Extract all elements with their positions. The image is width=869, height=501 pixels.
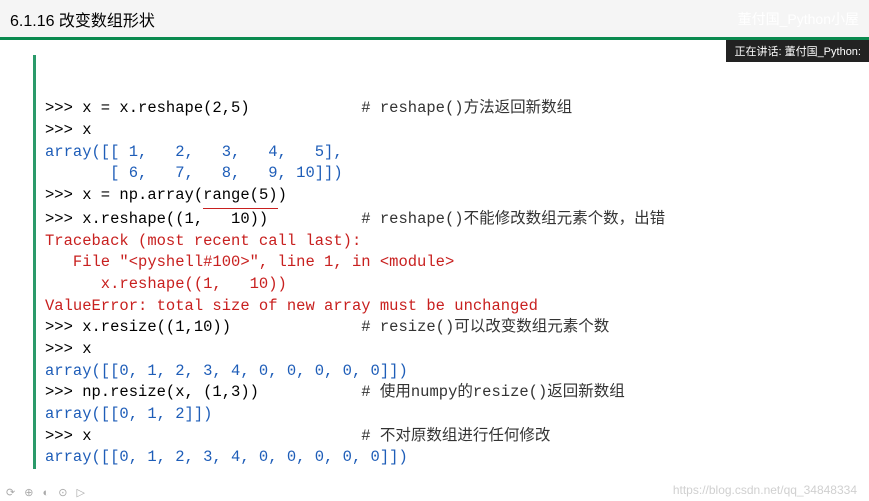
code-comment: # reshape()方法返回新数组 xyxy=(361,99,572,117)
output-line: array([[0, 1, 2]]) xyxy=(45,405,212,423)
code-line: >>> x xyxy=(45,427,361,445)
slide-title: 6.1.16 改变数组形状 xyxy=(10,7,155,31)
watermark: https://blog.csdn.net/qq_34848334 xyxy=(673,483,857,497)
footer-icons: ⟳ ⊕ ◐ ⊙ ▷ xyxy=(6,486,88,499)
underlined-text: range(5) xyxy=(203,185,277,209)
error-line: ValueError: total size of new array must… xyxy=(45,297,538,315)
code-comment: # 使用numpy的resize()返回新数组 xyxy=(361,383,625,401)
output-line: [ 6, 7, 8, 9, 10]]) xyxy=(45,164,343,182)
code-line: >>> np.resize(x, (1,3)) xyxy=(45,383,361,401)
code-line: >>> x = x.reshape(2,5) xyxy=(45,99,361,117)
code-comment: # reshape()不能修改数组元素个数，出错 xyxy=(361,210,665,228)
author-label: 董付国_Python小屋 xyxy=(738,9,859,29)
code-line: >>> x = np.array( xyxy=(45,186,203,204)
output-line: array([[0, 1, 2, 3, 4, 0, 0, 0, 0, 0]]) xyxy=(45,362,408,380)
code-line: >>> x xyxy=(45,121,92,139)
slide-header: 6.1.16 改变数组形状 董付国_Python小屋 xyxy=(0,0,869,40)
output-line: array([[0, 1, 2, 3, 4, 0, 0, 0, 0, 0]]) xyxy=(45,448,408,466)
code-line: >>> x.resize((1,10)) xyxy=(45,318,361,336)
code-comment: # 不对原数组进行任何修改 xyxy=(361,427,550,445)
error-line: Traceback (most recent call last): xyxy=(45,232,361,250)
code-comment: # resize()可以改变数组元素个数 xyxy=(361,318,609,336)
code-line: >>> x xyxy=(45,340,92,358)
output-line: array([[ 1, 2, 3, 4, 5], xyxy=(45,143,343,161)
error-line: File "<pyshell#100>", line 1, in <module… xyxy=(45,253,454,271)
code-line: ) xyxy=(278,186,287,204)
accent-bar xyxy=(33,55,36,469)
code-line: >>> x.reshape((1, 10)) xyxy=(45,210,361,228)
error-line: x.reshape((1, 10)) xyxy=(45,275,287,293)
code-block: >>> x = x.reshape(2,5) # reshape()方法返回新数… xyxy=(0,40,869,479)
